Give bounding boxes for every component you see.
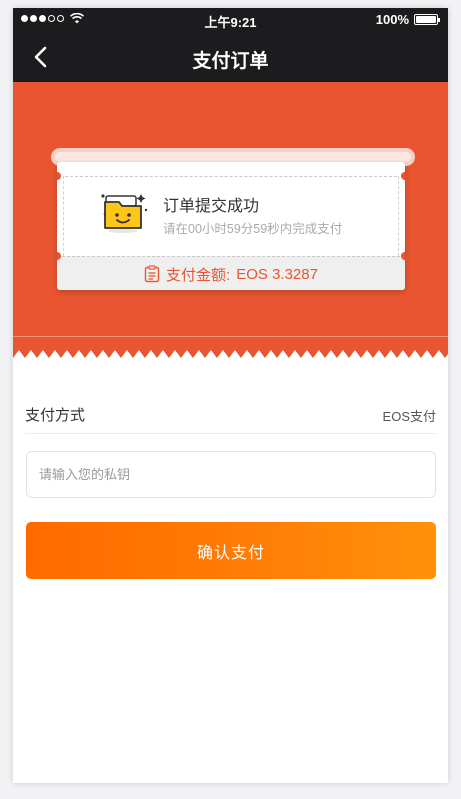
- payment-amount-value: EOS 3.3287: [236, 265, 318, 283]
- ticket-notch: [401, 172, 405, 180]
- ticket-dashed-side: [63, 176, 64, 256]
- payment-amount-label: 支付金额:: [166, 266, 231, 284]
- top-bar: 上午9:21 100% 支付订单: [13, 8, 448, 82]
- payment-method-label: 支付方式: [25, 407, 86, 424]
- ticket-notch: [401, 252, 405, 260]
- battery-icon: [414, 14, 440, 25]
- ticket-footer: 支付金额: EOS 3.3287: [57, 256, 405, 290]
- confirm-payment-button[interactable]: 确认支付: [26, 522, 436, 579]
- battery-percent: 100%: [375, 12, 409, 27]
- status-bar: 上午9:21 100%: [13, 8, 448, 32]
- clipboard-icon: [144, 265, 160, 283]
- page-title: 支付订单: [192, 51, 269, 72]
- payment-method-value: EOS支付: [382, 409, 436, 424]
- payment-method-row[interactable]: 支付方式 EOS支付: [25, 394, 436, 434]
- folder-smiley-icon: [101, 194, 148, 233]
- ticket-slot-inner: [55, 152, 411, 162]
- nav-bar: 支付订单: [13, 36, 448, 80]
- order-hero: 订单提交成功 请在00小时59分59秒内完成支付 支付金额: EOS 3.328…: [13, 82, 448, 368]
- phone-screen: 上午9:21 100% 支付订单 订单提交成功 请在00小时59分59秒内完成支…: [13, 8, 448, 783]
- ticket-dashed-line: [65, 176, 397, 177]
- hero-divider: [13, 336, 448, 337]
- order-success-title: 订单提交成功: [163, 198, 260, 215]
- zigzag-edge: [13, 350, 448, 368]
- battery-fill: [416, 16, 436, 23]
- status-right: 100%: [375, 12, 440, 27]
- ticket-notch: [57, 172, 61, 180]
- private-key-input[interactable]: [26, 451, 436, 498]
- payment-amount-row: 支付金额: EOS 3.3287: [57, 257, 405, 290]
- payment-countdown: 请在00小时59分59秒内完成支付: [163, 222, 343, 236]
- ticket-dashed-side: [398, 176, 399, 256]
- order-ticket-card: 订单提交成功 请在00小时59分59秒内完成支付 支付金额: EOS 3.328…: [57, 162, 405, 290]
